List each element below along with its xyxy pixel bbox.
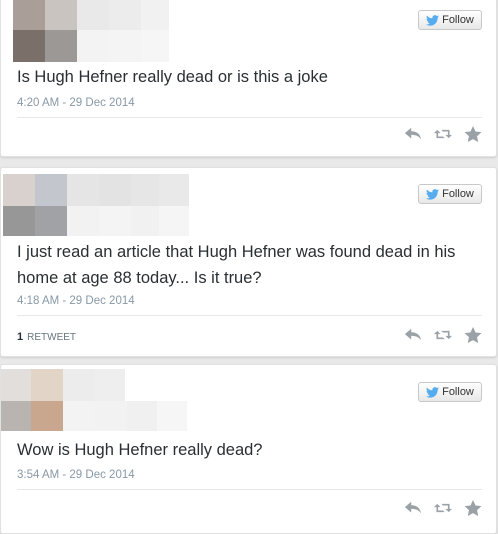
- reply-icon[interactable]: [404, 500, 422, 516]
- follow-label: Follow: [442, 386, 474, 398]
- tweet-timestamp[interactable]: 4:20 AM - 29 Dec 2014: [17, 97, 135, 109]
- follow-label: Follow: [442, 14, 474, 26]
- retweet-icon[interactable]: [434, 500, 452, 516]
- tweet-card: Follow Is Hugh Hefner really dead or is …: [0, 0, 497, 157]
- follow-label: Follow: [442, 188, 474, 200]
- tweet-card: Follow Wow is Hugh Hefner really dead? 3…: [0, 364, 497, 534]
- divider: [17, 117, 482, 118]
- retweet-icon[interactable]: [434, 126, 452, 142]
- tweet-text: Wow is Hugh Hefner really dead?: [17, 441, 263, 459]
- tweet-timestamp[interactable]: 4:18 AM - 29 Dec 2014: [17, 295, 135, 307]
- tweet-actions: [404, 126, 482, 142]
- tweet-timestamp[interactable]: 3:54 AM - 29 Dec 2014: [17, 469, 135, 481]
- star-icon[interactable]: [464, 126, 482, 142]
- tweet-text: I just read an article that Hugh Hefner …: [17, 243, 456, 287]
- tweet-card: Follow I just read an article that Hugh …: [0, 167, 497, 357]
- tweet-actions: [404, 327, 482, 343]
- retweet-label: RETWEET: [27, 332, 77, 343]
- follow-button[interactable]: Follow: [418, 184, 482, 204]
- twitter-bird-icon: [426, 188, 440, 200]
- retweet-count: 1: [17, 331, 24, 343]
- retweet-stats[interactable]: 1 RETWEET: [17, 331, 76, 343]
- star-icon[interactable]: [464, 500, 482, 516]
- divider: [17, 315, 482, 316]
- follow-button[interactable]: Follow: [418, 382, 482, 402]
- reply-icon[interactable]: [404, 126, 422, 142]
- follow-button[interactable]: Follow: [418, 10, 482, 30]
- star-icon[interactable]: [464, 327, 482, 343]
- divider: [17, 489, 482, 490]
- retweet-icon[interactable]: [434, 327, 452, 343]
- tweet-actions: [404, 500, 482, 516]
- reply-icon[interactable]: [404, 327, 422, 343]
- tweet-text: Is Hugh Hefner really dead or is this a …: [17, 68, 328, 86]
- twitter-bird-icon: [426, 386, 440, 398]
- twitter-bird-icon: [426, 14, 440, 26]
